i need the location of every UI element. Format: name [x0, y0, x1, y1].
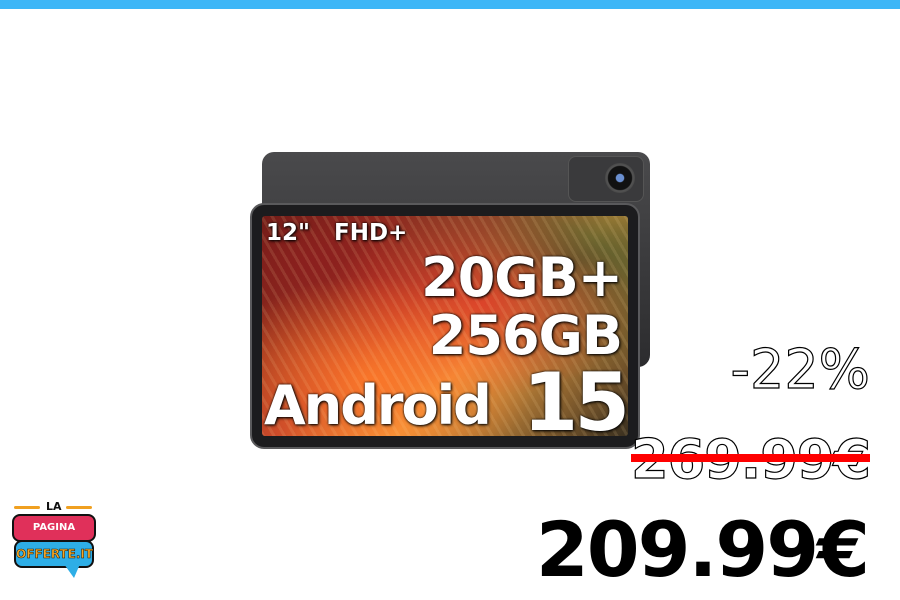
current-price: 209.99€: [535, 505, 870, 594]
logo-line: [66, 506, 92, 509]
spec-os-version: 15: [522, 356, 628, 436]
spec-ram: 20GB+: [421, 246, 623, 309]
logo-text-pagina: PAGINA DELLE: [12, 514, 96, 557]
top-accent-bar: [0, 0, 900, 9]
spec-os: Android: [264, 374, 492, 436]
logo-text-la: LA: [46, 500, 62, 513]
speech-bubble-tail-icon: [64, 564, 80, 578]
logo-text-offerte: OFFERTE.IT: [14, 540, 94, 568]
discount-badge: -22%: [730, 337, 871, 401]
camera-module: [568, 156, 644, 202]
tablet-screen: 12" FHD+ 20GB+ 256GB Android 15: [262, 216, 628, 436]
strikethrough-line: [631, 454, 870, 462]
camera-icon: [605, 163, 635, 193]
spec-resolution: FHD+: [334, 220, 408, 246]
logo-line: [14, 506, 40, 509]
site-logo: LA PAGINA DELLE OFFERTE.IT: [8, 500, 100, 596]
spec-screen-size: 12": [266, 220, 310, 246]
old-price-wrap: 269.99€: [630, 427, 871, 491]
